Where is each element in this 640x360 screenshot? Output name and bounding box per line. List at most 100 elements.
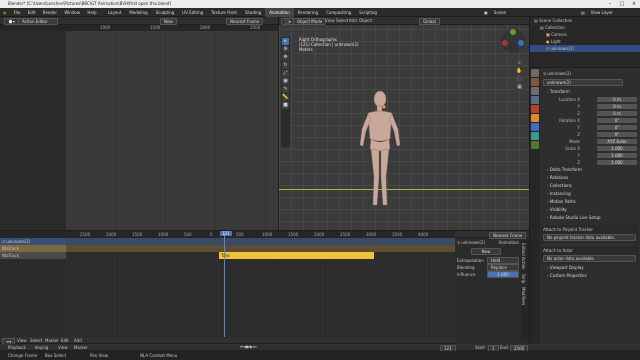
zoom-icon[interactable]: ⌕ (516, 60, 523, 67)
annotate-tool-icon[interactable]: ✎ (282, 86, 289, 93)
nla-sidebar[interactable]: Nearest Frame ♀ unknown(2) Animation New … (455, 231, 529, 344)
world-tab-icon[interactable] (531, 105, 539, 113)
extrapolation-dropdown[interactable]: Hold (487, 257, 519, 264)
nla-editor[interactable]: 2500 2000 1500 1000 500 0 500 1000 1500 2000 2500 3… (0, 231, 455, 345)
scene-selector[interactable]: ▣ Scene (478, 8, 512, 17)
output-tab-icon[interactable] (531, 87, 539, 95)
outliner-row-light[interactable]: ● Light (530, 38, 640, 45)
perspective-toggle-icon[interactable]: ▦ (516, 84, 523, 91)
transform-row-field[interactable]: 1.000 (597, 160, 637, 165)
pan-hand-icon[interactable]: ✋ (516, 68, 523, 75)
object-mode-selector[interactable]: Object Mode (293, 18, 327, 25)
tab-edited-action[interactable]: Edited Action (521, 243, 526, 270)
property-section[interactable]: Delta Transform (541, 166, 638, 174)
properties-editor[interactable]: ♀ unknown(2) unknown(2) Transform Locati… (530, 68, 640, 348)
object-tab-icon[interactable] (531, 114, 539, 122)
transform-section[interactable]: Transform (541, 88, 638, 96)
blender-logo-icon[interactable]: ◉ (0, 8, 10, 17)
menu-render[interactable]: Render (40, 8, 60, 17)
transform-tool-icon[interactable]: ▣ (282, 78, 289, 85)
channel-list[interactable] (0, 31, 66, 230)
nla-strip-area[interactable]: Take (66, 238, 455, 338)
maximize-icon[interactable]: □ (616, 0, 628, 8)
nla-track-strip[interactable]: NlaTrack (0, 252, 66, 259)
scale-tool-icon[interactable]: ⤢ (282, 70, 289, 77)
jump-end-icon[interactable]: ⏭ (253, 344, 257, 349)
outliner-row-collection[interactable]: ▤ Collection (530, 24, 640, 31)
tab-modeling[interactable]: Modeling (125, 8, 151, 17)
transform-row-field[interactable]: 0° (597, 125, 637, 130)
nla-snap-selector[interactable]: Nearest Frame (489, 232, 527, 239)
nla-channel-list[interactable]: ♀ unknown(2) NlaTrack NlaTrack (0, 238, 66, 338)
tool-tab-icon[interactable] (531, 69, 539, 77)
add-cube-tool-icon[interactable]: ■ (282, 102, 289, 109)
tab-rendering[interactable]: Rendering (294, 8, 322, 17)
transform-row-field[interactable]: 0° (597, 132, 637, 137)
nla-menu-add[interactable]: Add (74, 338, 82, 343)
transform-row-field[interactable]: 0° (597, 118, 637, 123)
nla-track-object[interactable]: ♀ unknown(2) (0, 238, 66, 245)
nla-menu-view[interactable]: View (17, 338, 27, 343)
property-section[interactable]: Rokoko Studio Live Setup (541, 214, 638, 222)
nla-ruler[interactable]: 2500 2000 1500 1000 500 0 500 1000 1500 2000 2500 3… (0, 231, 455, 238)
transform-row-field[interactable]: 0 m (597, 111, 637, 116)
outliner[interactable]: ▤ Scene Collection ▤ Collection ■ Camera… (530, 17, 640, 67)
viewport-display-section[interactable]: Viewport Display (541, 264, 638, 272)
minimize-icon[interactable]: – (604, 0, 616, 8)
transform-row-field[interactable]: 0 m (597, 97, 637, 102)
tab-uv-editing[interactable]: UV Editing (178, 8, 207, 17)
timeline-view-menu[interactable]: View (58, 345, 68, 350)
blending-dropdown[interactable]: Replace (487, 264, 519, 271)
transform-row-field[interactable]: 0 m (597, 104, 637, 109)
view-layer-selector[interactable]: ▤ View Layer (575, 8, 619, 17)
menu-help[interactable]: Help (84, 8, 99, 17)
menu-file[interactable]: File (11, 8, 24, 17)
nla-menu-select[interactable]: Select (30, 338, 42, 343)
new-action-button[interactable]: New (160, 18, 177, 25)
outliner-row-scene-collection[interactable]: ▤ Scene Collection (530, 17, 640, 24)
transform-row-field[interactable]: 1.000 (597, 153, 637, 158)
viewport-menu-select[interactable]: Select (336, 18, 348, 23)
transform-row-field[interactable]: 1.000 (597, 146, 637, 151)
outliner-row-armature[interactable]: ♀ unknown(2) (530, 45, 640, 52)
nla-track-action[interactable]: NlaTrack (0, 245, 66, 252)
navigation-gizmo[interactable] (499, 27, 527, 55)
render-tab-icon[interactable] (531, 78, 539, 86)
influence-slider[interactable]: 1.000 (487, 271, 519, 278)
keyframe-area[interactable] (66, 31, 278, 230)
outliner-row-camera[interactable]: ■ Camera (530, 31, 640, 38)
menu-edit[interactable]: Edit (25, 8, 39, 17)
close-icon[interactable]: × (628, 0, 640, 8)
move-tool-icon[interactable]: ✥ (282, 54, 289, 61)
tab-strip[interactable]: Strip (521, 274, 526, 283)
menu-window[interactable]: Window (61, 8, 83, 17)
property-section[interactable]: Instancing (541, 190, 638, 198)
tab-compositing[interactable]: Compositing (322, 8, 355, 17)
nla-new-action-button[interactable]: New (471, 248, 501, 255)
tab-modifiers[interactable]: Modifiers (521, 287, 526, 305)
tab-scripting[interactable]: Scripting (355, 8, 381, 17)
editor-type-button[interactable]: ⌚▾ (4, 18, 19, 25)
character-model[interactable] (349, 87, 409, 212)
rotate-tool-icon[interactable]: ↻ (282, 62, 289, 69)
snap-selector[interactable]: Nearest Frame (226, 18, 264, 25)
action-editor[interactable]: ⌚▾ Action Editor New Nearest Frame 1000 … (0, 17, 278, 230)
viewport-menu-add[interactable]: Add (349, 18, 357, 23)
nla-strip[interactable]: Take (219, 252, 374, 259)
transform-row-field[interactable]: XYZ Euler (597, 139, 637, 144)
property-section[interactable]: Motion Paths (541, 198, 638, 206)
cursor-tool-icon[interactable]: ⊕ (282, 46, 289, 53)
orientation-selector[interactable]: Global (419, 18, 440, 25)
measure-tool-icon[interactable]: 📏 (282, 94, 289, 101)
tab-texture-paint[interactable]: Texture Paint (207, 8, 241, 17)
viewport-menu-object[interactable]: Object (359, 18, 372, 23)
keying-menu[interactable]: Keying (35, 345, 48, 350)
custom-properties-section[interactable]: Custom Properties (541, 272, 638, 280)
constraint-tab-icon[interactable] (531, 132, 539, 140)
viewport-menu-view[interactable]: View (325, 18, 335, 23)
tab-shading[interactable]: Shading (241, 8, 265, 17)
timeline-marker-menu[interactable]: Marker (74, 345, 88, 350)
tab-sculpting[interactable]: Sculpting (152, 8, 179, 17)
scene-tab-icon[interactable] (531, 96, 539, 104)
playback-menu[interactable]: Playback (8, 345, 26, 350)
